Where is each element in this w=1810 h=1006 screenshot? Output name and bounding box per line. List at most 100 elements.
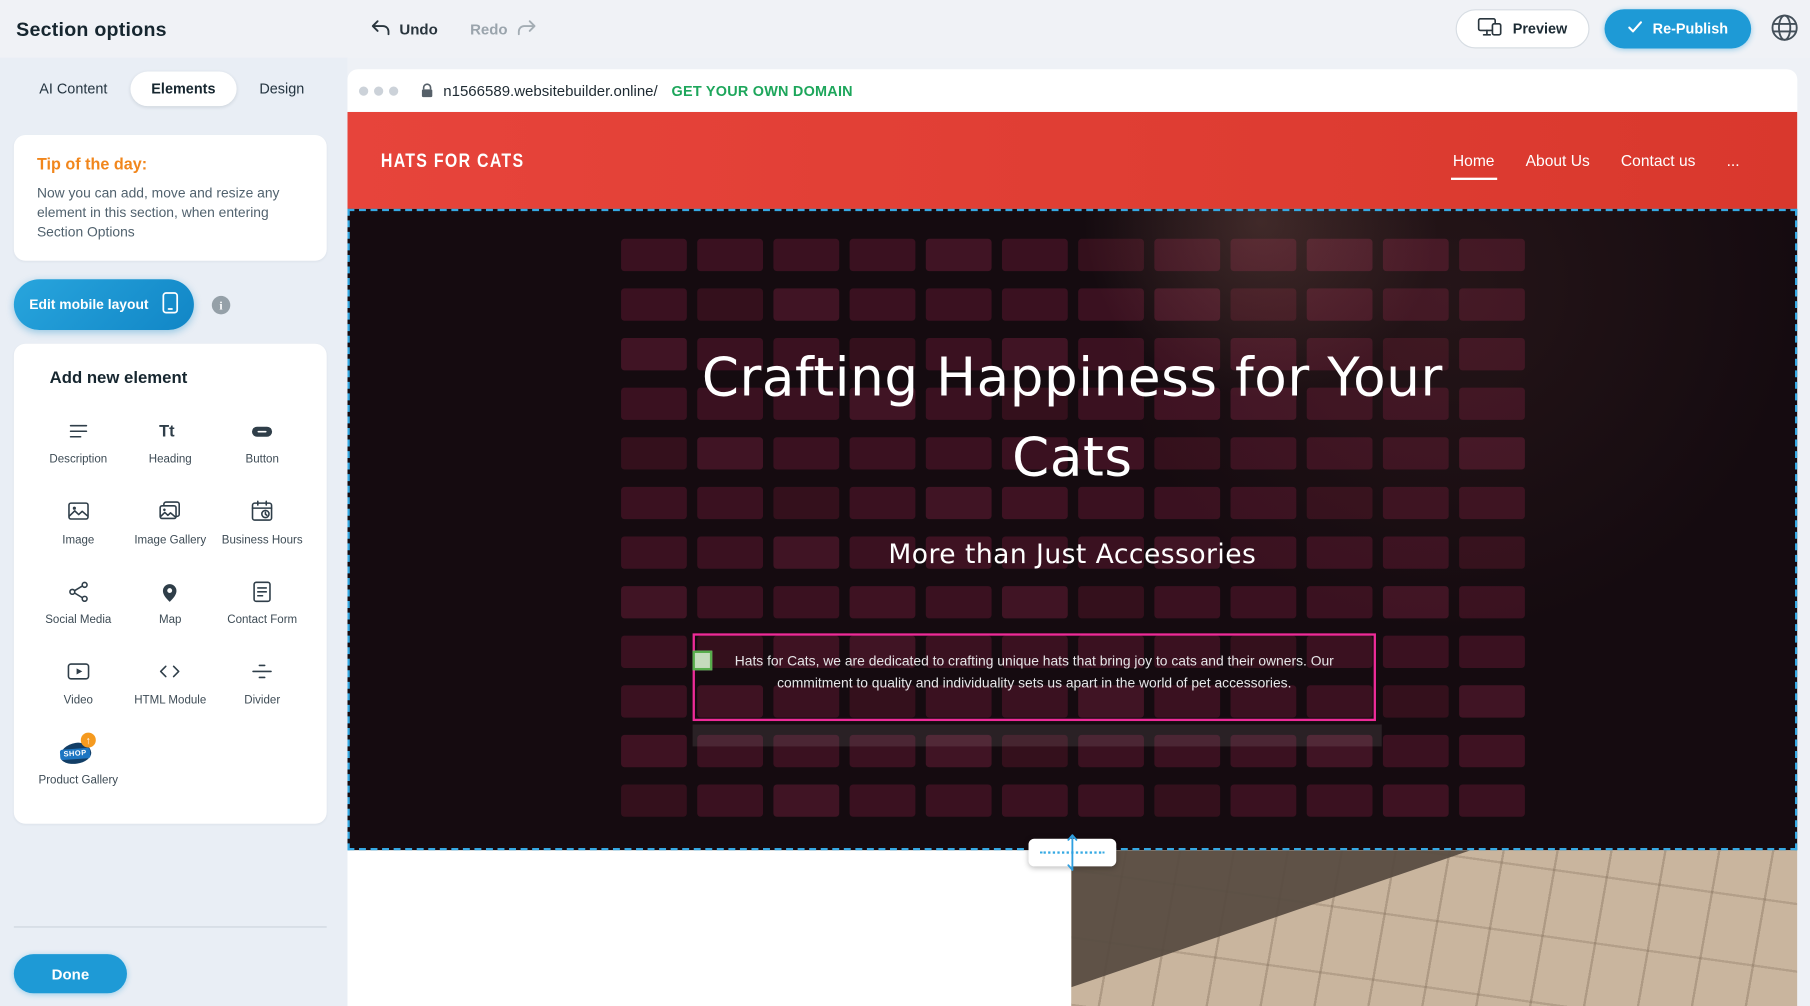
business-hours-icon: [250, 496, 275, 527]
add-element-social-media[interactable]: Social Media: [33, 576, 123, 628]
hero-tile: [1231, 239, 1297, 271]
hero-tile: [773, 586, 839, 618]
hero-tile: [1383, 586, 1449, 618]
hero-tile: [1002, 586, 1068, 618]
hero-tile: [1231, 586, 1297, 618]
hero-section[interactable]: Crafting Happiness for Your Cats More th…: [347, 209, 1797, 850]
hero-tile: [1383, 784, 1449, 816]
add-element-image[interactable]: Image: [33, 496, 123, 548]
element-label: HTML Module: [134, 694, 206, 708]
hero-tile: [773, 784, 839, 816]
selected-text-element[interactable]: Hats for Cats, we are dedicated to craft…: [693, 633, 1376, 721]
nav-item-about[interactable]: About Us: [1526, 152, 1590, 169]
hero-tile: [1307, 288, 1373, 320]
element-label: Video: [64, 694, 93, 708]
add-element-image-gallery[interactable]: Image Gallery: [125, 496, 215, 548]
hero-tile: [926, 288, 992, 320]
mobile-layout-row: Edit mobile layout i: [14, 279, 327, 330]
undo-icon: [369, 18, 391, 40]
hero-tile: [926, 784, 992, 816]
hero-tile: [1154, 288, 1220, 320]
hero-tile: [1383, 288, 1449, 320]
add-element-divider[interactable]: Divider: [217, 656, 307, 708]
hero-tile: [1459, 685, 1525, 717]
product-gallery-icon: SHOP ↑: [59, 736, 98, 767]
tab-elements[interactable]: Elements: [131, 72, 237, 107]
hero-tile: [1231, 784, 1297, 816]
hero-subheading[interactable]: More than Just Accessories: [347, 540, 1797, 570]
element-label: Business Hours: [222, 534, 303, 548]
hero-tile: [850, 239, 916, 271]
edit-mobile-layout-button[interactable]: Edit mobile layout: [14, 279, 194, 330]
hover-ghost-strip: [693, 725, 1382, 747]
map-pin-icon: [158, 576, 183, 607]
hero-tile: [1383, 735, 1449, 767]
hero-tile: [697, 239, 763, 271]
hero-heading[interactable]: Crafting Happiness for Your Cats: [668, 338, 1476, 497]
contact-form-icon: [250, 576, 275, 607]
hero-tile: [1307, 586, 1373, 618]
site-header: HATS FOR CATS Home About Us Contact us .…: [347, 112, 1797, 209]
svg-text:Tt: Tt: [160, 422, 176, 440]
undo-button[interactable]: Undo: [369, 18, 437, 40]
nav-item-home[interactable]: Home: [1453, 152, 1495, 169]
hero-tile: [1154, 239, 1220, 271]
hero-tile: [621, 239, 687, 271]
add-element-title: Add new element: [50, 369, 327, 387]
element-drag-handle[interactable]: [693, 651, 713, 671]
republish-label: Re-Publish: [1653, 21, 1728, 37]
hero-tile: [1459, 784, 1525, 816]
add-element-description[interactable]: Description: [33, 415, 123, 467]
add-element-html-module[interactable]: HTML Module: [125, 656, 215, 708]
add-element-video[interactable]: Video: [33, 656, 123, 708]
add-element-map[interactable]: Map: [125, 576, 215, 628]
hero-paragraph: Hats for Cats, we are dedicated to craft…: [697, 651, 1371, 694]
sidebar-tabs: AI Content Elements Design: [0, 58, 347, 106]
topbar-actions: Preview Re-Publish: [1456, 0, 1803, 58]
hero-tile: [926, 586, 992, 618]
language-globe-button[interactable]: [1766, 9, 1803, 49]
arrow-up-badge-icon: ↑: [81, 733, 96, 748]
hero-tile: [1078, 239, 1144, 271]
image-gallery-icon: [158, 496, 183, 527]
hero-tile: [621, 288, 687, 320]
info-icon[interactable]: i: [211, 295, 231, 315]
hero-tile: [1459, 239, 1525, 271]
hero-tile: [1459, 586, 1525, 618]
tab-ai-content[interactable]: AI Content: [28, 72, 119, 107]
hero-tile: [850, 784, 916, 816]
site-logo[interactable]: HATS FOR CATS: [381, 149, 524, 171]
add-element-button[interactable]: Button: [217, 415, 307, 467]
add-element-product-gallery[interactable]: SHOP ↑ Product Gallery: [33, 736, 123, 788]
globe-icon: [1768, 11, 1800, 47]
hero-tile: [926, 239, 992, 271]
add-element-heading[interactable]: Tt Heading: [125, 415, 215, 467]
sidebar: AI Content Elements Design Tip of the da…: [0, 58, 347, 1006]
add-element-contact-form[interactable]: Contact Form: [217, 576, 307, 628]
tab-design[interactable]: Design: [248, 72, 316, 107]
preview-button[interactable]: Preview: [1456, 9, 1589, 48]
element-label: Divider: [244, 694, 280, 708]
add-element-business-hours[interactable]: Business Hours: [217, 496, 307, 548]
hero-tile: [1459, 636, 1525, 668]
republish-button[interactable]: Re-Publish: [1604, 9, 1751, 48]
devices-icon: [1478, 17, 1502, 40]
hero-tile: [697, 288, 763, 320]
hero-tile: [1078, 586, 1144, 618]
tip-body: Now you can add, move and resize any ele…: [37, 183, 297, 242]
social-media-icon: [66, 576, 91, 607]
element-label: Heading: [149, 453, 192, 467]
nav-item-contact[interactable]: Contact us: [1621, 152, 1696, 169]
hero-tile: [1307, 784, 1373, 816]
element-grid: Description Tt Heading Button Image Imag…: [14, 415, 327, 788]
get-domain-link[interactable]: GET YOUR OWN DOMAIN: [672, 82, 853, 98]
element-label: Image: [62, 534, 94, 548]
hero-tile: [850, 586, 916, 618]
done-button[interactable]: Done: [14, 954, 127, 993]
edit-mobile-label: Edit mobile layout: [29, 296, 148, 312]
hero-tile: [773, 239, 839, 271]
nav-item-more[interactable]: ...: [1727, 152, 1740, 169]
redo-button[interactable]: Redo: [470, 18, 538, 40]
section-resize-handle[interactable]: [1029, 839, 1117, 867]
window-dot: [389, 86, 398, 95]
